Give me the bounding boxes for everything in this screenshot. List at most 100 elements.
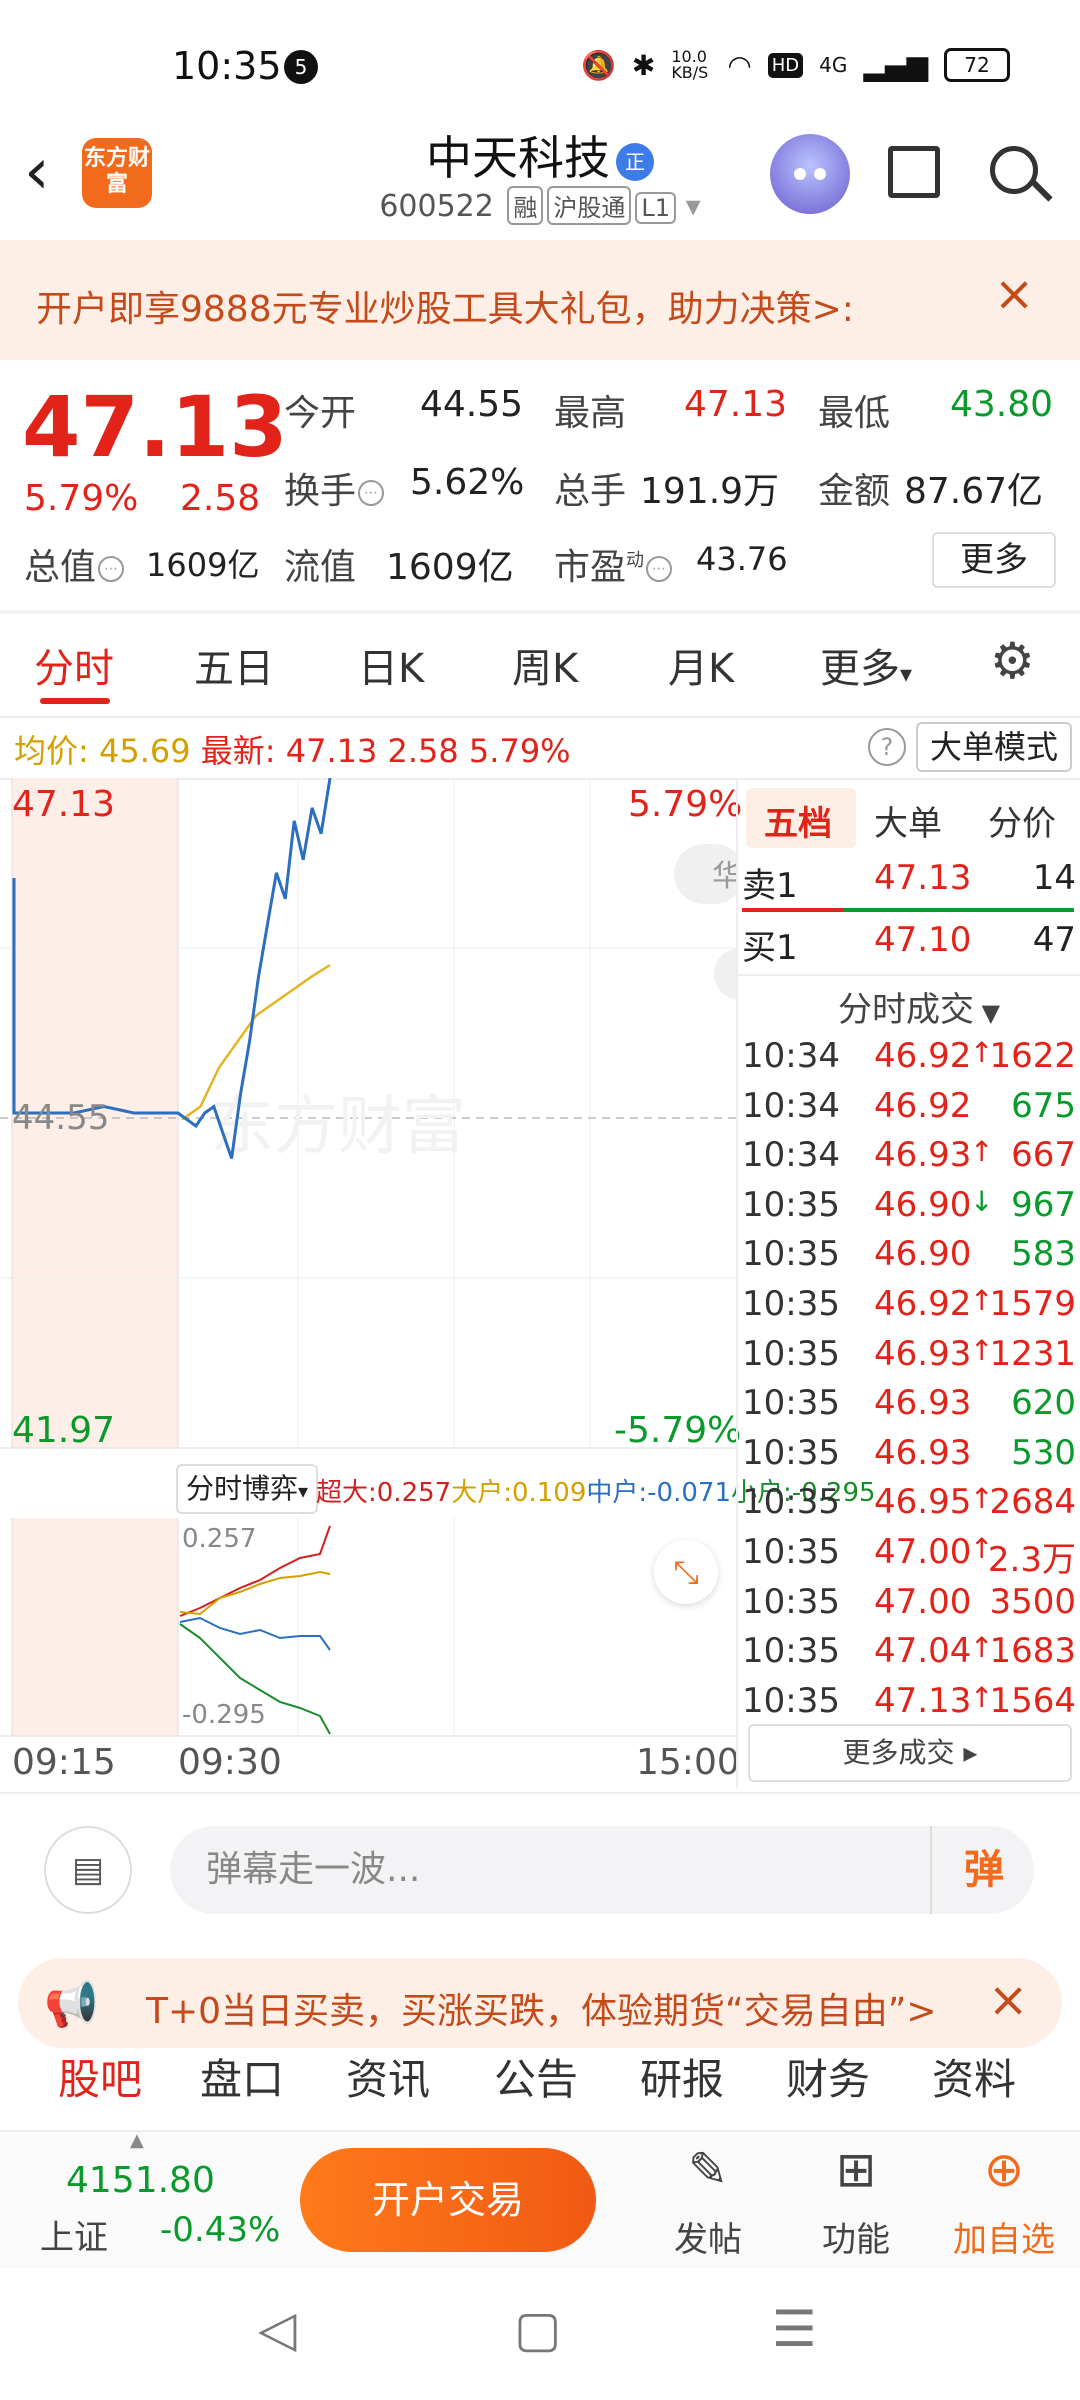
- tab-more[interactable]: 更多▾: [820, 636, 912, 694]
- big-order-mode-button[interactable]: 大单模式: [916, 722, 1072, 772]
- danmaku-input[interactable]: 弹幕走一波...: [170, 1826, 1034, 1914]
- share-icon[interactable]: [888, 146, 940, 198]
- trade-price: 46.92: [874, 1085, 972, 1126]
- sell1-label: 卖1: [742, 866, 798, 906]
- trade-volume: 1231: [989, 1333, 1076, 1374]
- side-floating-label: 华: [712, 859, 736, 894]
- trade-price: 46.90: [874, 1184, 972, 1225]
- legend-super: 超大:0.257: [316, 1478, 452, 1508]
- latest-change: 2.58: [387, 732, 459, 770]
- trade-volume: 2.3万: [987, 1540, 1076, 1580]
- sell-ratio-bar: [742, 908, 844, 912]
- open-label: 今开: [284, 393, 357, 434]
- chevron-down-icon[interactable]: ▾: [686, 189, 701, 224]
- close-icon[interactable]: ×: [988, 1972, 1028, 2028]
- trade-time: 10:35: [742, 1333, 840, 1374]
- more-trades-button[interactable]: 更多成交 ▸: [748, 1724, 1072, 1782]
- trade-time: 10:35: [742, 1631, 840, 1672]
- buy1-volume: 47: [1032, 920, 1076, 960]
- tab-monthly-k[interactable]: 月K: [668, 636, 734, 694]
- tab-profile[interactable]: 资料: [932, 2046, 1016, 2107]
- expand-icon[interactable]: ⤡: [654, 1540, 718, 1604]
- edit-icon[interactable]: ✎: [648, 2142, 768, 2198]
- info-icon: ⋯: [358, 480, 385, 506]
- legend-large: 大户:0.109: [451, 1478, 587, 1508]
- trade-volume: 3500: [989, 1581, 1076, 1622]
- functions-label[interactable]: 功能: [796, 2212, 916, 2261]
- trade-volume: 667: [1011, 1135, 1076, 1176]
- time-axis: 09:15 09:30 15:00: [0, 1738, 740, 1788]
- amount-value: 87.67亿: [904, 471, 1044, 512]
- index-value[interactable]: 4151.80: [66, 2160, 215, 2201]
- tab-weekly-k[interactable]: 周K: [512, 636, 578, 694]
- gear-icon[interactable]: ⚙: [990, 632, 1035, 690]
- nav-menu-icon[interactable]: ☰: [772, 2300, 817, 2358]
- trade-price: 46.95: [874, 1482, 972, 1523]
- tab-news[interactable]: 资讯: [346, 2046, 430, 2107]
- trades-title[interactable]: 分时成交 ▼: [838, 982, 1000, 1031]
- chevron-up-icon[interactable]: ▲: [130, 2130, 144, 2151]
- search-icon[interactable]: [990, 146, 1038, 194]
- index-percent[interactable]: -0.43%: [160, 2210, 280, 2250]
- tab-price-split[interactable]: 分价: [988, 796, 1056, 845]
- tab-research[interactable]: 研报: [640, 2046, 724, 2107]
- trade-time: 10:34: [742, 1036, 840, 1076]
- futures-promo-text[interactable]: T+0当日买卖，买涨买跌，体验期货“交易自由”>: [146, 1982, 937, 2034]
- trade-row: 10:35 47.00 3500: [738, 1582, 1080, 1630]
- trade-volume: 530: [1011, 1432, 1076, 1473]
- flow-top-value: 0.257: [182, 1524, 257, 1554]
- chart-top-pct: 5.79%: [628, 784, 743, 825]
- promo-banner-text[interactable]: 开户即享9888元专业炒股工具大礼包，助力决策>:: [36, 280, 854, 332]
- tab-intraday[interactable]: 分时: [34, 636, 114, 694]
- flow-medium-line: [179, 1616, 331, 1651]
- status-time: 10:35: [172, 44, 282, 88]
- tab-forum[interactable]: 股吧: [58, 2046, 142, 2107]
- tab-financials[interactable]: 财务: [786, 2046, 870, 2107]
- trade-time: 10:35: [742, 1680, 840, 1721]
- tab-order-book[interactable]: 盘口: [200, 2046, 284, 2107]
- sub-chart-selector[interactable]: 分时博弈▾: [176, 1464, 319, 1514]
- sell1-volume: 14: [1032, 858, 1076, 898]
- signal-icon: ▂▄▆: [863, 48, 928, 82]
- time-close: 15:00: [636, 1742, 740, 1783]
- add-circle-icon[interactable]: ⊕: [944, 2142, 1064, 2198]
- divider: [0, 1792, 1080, 1794]
- tab-five-levels[interactable]: 五档: [764, 796, 832, 845]
- tab-announcements[interactable]: 公告: [494, 2046, 578, 2107]
- chart-mid-price: 44.55: [12, 1098, 110, 1138]
- trade-time: 10:34: [742, 1085, 840, 1126]
- trade-time: 10:35: [742, 1432, 840, 1473]
- mute-icon: 🔕: [580, 48, 616, 82]
- tab-daily-k[interactable]: 日K: [358, 636, 424, 694]
- nav-back-icon[interactable]: ◁: [258, 2300, 296, 2358]
- nav-home-icon[interactable]: ▢: [514, 2300, 561, 2358]
- notification-count-badge: 5: [284, 50, 318, 84]
- danmaku-send-button[interactable]: 弹: [930, 1826, 1036, 1914]
- chart-bottom-price: 41.97: [12, 1410, 116, 1451]
- help-icon[interactable]: ?: [868, 728, 906, 766]
- hd-icon: HD: [767, 52, 804, 78]
- low-value: 43.80: [950, 384, 1054, 425]
- assistant-robot-icon[interactable]: [770, 134, 850, 214]
- add-watchlist-label[interactable]: 加自选: [944, 2212, 1064, 2261]
- intraday-chart[interactable]: 东方财富 华: [0, 778, 736, 1458]
- more-quote-button[interactable]: 更多: [932, 532, 1056, 588]
- high-label: 最高: [554, 393, 627, 434]
- trade-direction-icon: ↑: [970, 1135, 994, 1169]
- trade-time: 10:35: [742, 1284, 840, 1324]
- tab-five-day[interactable]: 五日: [194, 636, 274, 694]
- divider: [0, 610, 1080, 614]
- trade-row: 10:34 46.92 ↑ 1622: [738, 1036, 1080, 1084]
- trade-price: 46.93: [874, 1135, 972, 1176]
- capital-flow-chart[interactable]: [0, 1518, 736, 1738]
- info-icon: ⋯: [98, 556, 125, 582]
- stock-code: 600522: [379, 189, 494, 224]
- tab-big-orders[interactable]: 大单: [874, 796, 942, 845]
- open-account-trade-button[interactable]: 开户交易: [300, 2148, 596, 2252]
- index-name[interactable]: 上证: [40, 2210, 108, 2259]
- close-icon[interactable]: ×: [994, 266, 1034, 322]
- functions-grid-icon[interactable]: ⊞: [796, 2142, 916, 2198]
- post-label[interactable]: 发帖: [648, 2212, 768, 2261]
- danmaku-settings-icon[interactable]: ▤: [44, 1826, 132, 1914]
- trade-volume: 1622: [989, 1036, 1076, 1076]
